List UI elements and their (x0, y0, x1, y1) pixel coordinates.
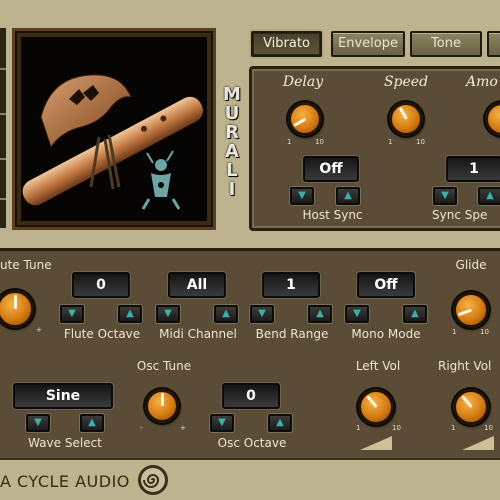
host-sync-down-button[interactable]: ▼ (290, 187, 314, 205)
footer-bar: A CYCLE AUDIO (0, 458, 500, 500)
brand-name: A CYCLE AUDIO (0, 472, 130, 491)
glide-label: Glide (455, 258, 487, 272)
flute-octave-up-button[interactable]: ▲ (118, 305, 142, 323)
sync-speed-display: 1 (446, 156, 500, 182)
osc-tune-plus: + (180, 424, 186, 432)
osc-octave-label: Osc Octave (217, 436, 287, 450)
vibrato-panel (249, 66, 500, 231)
glide-knob[interactable] (453, 292, 489, 328)
right-vol-scale-max: 10 (484, 424, 493, 432)
mono-mode-up-button[interactable]: ▲ (403, 305, 427, 323)
bend-range-display: 1 (262, 272, 320, 298)
title-letter: M (223, 84, 241, 105)
title-letter: L (226, 160, 238, 181)
right-vol-label: Right Vol (438, 359, 492, 373)
host-sync-display: Off (303, 156, 359, 182)
speed-scale-max: 10 (416, 138, 425, 146)
title-letter: A (225, 141, 239, 162)
midi-channel-label: Midi Channel (159, 327, 237, 341)
flute-octave-label: Flute Octave (63, 327, 141, 341)
right-vol-ramp-icon (462, 436, 494, 450)
osc-octave-down-button[interactable]: ▼ (210, 414, 234, 432)
osc-tune-knob[interactable] (145, 389, 179, 423)
delay-scale-min: 1 (287, 138, 292, 146)
amount-label: Amo (466, 74, 498, 90)
osc-octave-up-button[interactable]: ▲ (268, 414, 292, 432)
left-vol-label: Left Vol (355, 359, 401, 373)
delay-scale-max: 10 (315, 138, 324, 146)
host-sync-up-button[interactable]: ▲ (336, 187, 360, 205)
sync-speed-up-button[interactable]: ▲ (478, 187, 500, 205)
tab-tone[interactable]: Tone (410, 31, 482, 57)
glide-scale-max: 10 (480, 328, 489, 336)
wave-select-up-button[interactable]: ▲ (80, 414, 104, 432)
osc-tune-label: Osc Tune (136, 359, 192, 373)
osc-octave-display: 0 (222, 383, 280, 409)
mono-mode-label: Mono Mode (351, 327, 421, 341)
title-letter: U (224, 103, 240, 124)
wave-select-label: Wave Select (28, 436, 102, 450)
flute-tune-label: ute Tune (0, 258, 52, 272)
midi-channel-up-button[interactable]: ▲ (214, 305, 238, 323)
right-vol-scale-min: 1 (451, 424, 456, 432)
tab-more[interactable] (487, 31, 500, 57)
title-letter: I (228, 179, 236, 200)
artwork-frame (12, 28, 216, 230)
left-vol-scale-max: 10 (392, 424, 401, 432)
glide-scale-min: 1 (452, 328, 457, 336)
bend-range-label: Bend Range (255, 327, 329, 341)
wave-select-display: Sine (13, 383, 113, 409)
midi-channel-down-button[interactable]: ▼ (156, 305, 180, 323)
tab-vibrato[interactable]: Vibrato (251, 31, 322, 57)
right-vol-knob[interactable] (453, 389, 489, 425)
sync-speed-down-button[interactable]: ▼ (433, 187, 457, 205)
bend-range-down-button[interactable]: ▼ (250, 305, 274, 323)
left-vol-knob[interactable] (358, 389, 394, 425)
speed-knob[interactable] (389, 102, 423, 136)
left-vol-scale-min: 1 (356, 424, 361, 432)
flute-octave-display: 0 (72, 272, 130, 298)
spiral-logo-icon (138, 465, 168, 495)
title-letter: R (225, 122, 239, 143)
osc-tune-minus: - (140, 424, 143, 432)
host-sync-label: Host Sync (302, 208, 363, 222)
bend-range-up-button[interactable]: ▲ (308, 305, 332, 323)
left-edge-strip (0, 28, 6, 228)
mono-mode-down-button[interactable]: ▼ (345, 305, 369, 323)
mono-mode-display: Off (357, 272, 415, 298)
flute-illustration (22, 74, 203, 210)
sync-speed-label: Sync Spe (432, 208, 488, 222)
delay-label: Delay (282, 74, 324, 90)
midi-channel-display: All (168, 272, 226, 298)
speed-scale-min: 1 (388, 138, 393, 146)
flute-artwork-image (21, 37, 207, 221)
wave-select-down-button[interactable]: ▼ (26, 414, 50, 432)
left-vol-ramp-icon (360, 436, 392, 450)
delay-knob[interactable] (288, 102, 322, 136)
tab-envelope[interactable]: Envelope (331, 31, 405, 57)
flute-tune-plus: + (36, 326, 42, 334)
speed-label: Speed (383, 74, 429, 90)
flute-octave-down-button[interactable]: ▼ (60, 305, 84, 323)
